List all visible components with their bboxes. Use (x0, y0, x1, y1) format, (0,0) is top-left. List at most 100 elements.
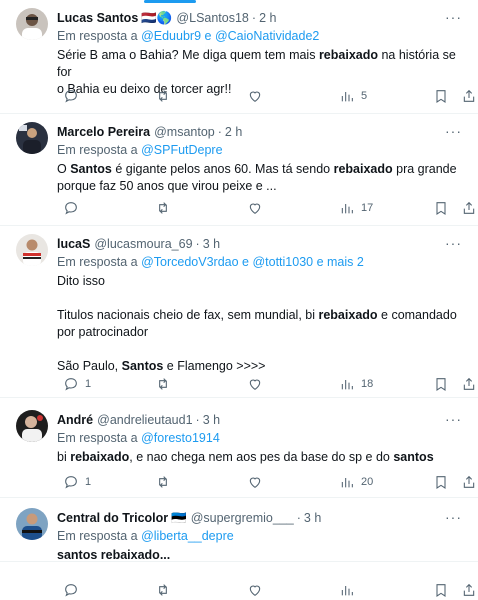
timestamp[interactable]: 2 h (225, 125, 242, 139)
highlighted-term: santos (393, 450, 434, 464)
bookmark-button[interactable] (427, 88, 449, 104)
retweet-button[interactable] (149, 474, 177, 490)
author-name[interactable]: Marcelo Pereira (57, 125, 150, 139)
bookmark-button[interactable] (427, 582, 449, 598)
views-icon (339, 200, 355, 216)
tweet-content: lucaS @lucasmoura_69 · 3 h ··· Em resposta a … (57, 235, 466, 375)
reply-button[interactable] (57, 88, 85, 104)
tweet[interactable]: André @andrelieutaud1 · 3 h ··· Em resposta a… (0, 398, 478, 498)
tweet[interactable]: Central do Tricolor 🇪🇪 @supergremio___ · 3 h… (0, 498, 478, 597)
more-dots-icon[interactable]: ··· (445, 235, 462, 251)
bookmark-button[interactable] (427, 376, 449, 392)
tweet-header: Marcelo Pereira @msantop · 2 h ··· (57, 123, 466, 141)
views-button[interactable] (333, 582, 361, 598)
bookmark-icon (433, 376, 449, 392)
text-segment: São Paulo, (57, 359, 122, 373)
tweet-actions: 17 (57, 198, 475, 218)
highlighted-term: rebaixado (70, 450, 130, 464)
reply-context: Em resposta a @Eduubr9 e @CaioNatividade… (57, 29, 466, 46)
share-button[interactable] (455, 474, 477, 490)
timestamp[interactable]: 3 h (203, 413, 220, 427)
author-handle[interactable]: @msantop (154, 125, 215, 139)
like-button[interactable] (241, 88, 269, 104)
reply-button[interactable] (57, 200, 85, 216)
views-icon (339, 474, 355, 490)
reply-mention-link[interactable]: @SPFutDepre (141, 143, 222, 157)
avatar[interactable] (16, 410, 48, 442)
share-button[interactable] (455, 582, 477, 598)
reply-icon (63, 376, 79, 392)
reply-context: Em resposta a @SPFutDepre (57, 143, 466, 160)
avatar[interactable] (16, 234, 48, 266)
separator-dot: · (217, 125, 222, 139)
timestamp[interactable]: 3 h (304, 511, 321, 525)
reply-button[interactable]: 1 (57, 376, 91, 392)
author-name[interactable]: Central do Tricolor (57, 511, 168, 525)
views-button[interactable]: 17 (333, 200, 373, 216)
reply-mention-link[interactable]: @Eduubr9 (141, 29, 201, 43)
author-handle[interactable]: @supergremio___ (191, 511, 294, 525)
more-dots-icon[interactable]: ··· (445, 509, 462, 525)
views-icon (339, 376, 355, 392)
retweet-button[interactable] (149, 582, 177, 598)
bookmark-button[interactable] (427, 200, 449, 216)
tweet-text: O Santos é gigante pelos anos 60. Mas tá… (57, 161, 466, 195)
views-count: 5 (361, 90, 368, 102)
tweet-text-line: santos rebaixado... (57, 547, 466, 564)
timestamp[interactable]: 3 h (203, 237, 220, 251)
tweet-content: Marcelo Pereira @msantop · 2 h ··· Em respost… (57, 123, 466, 195)
reply-button[interactable]: 1 (57, 474, 91, 490)
reply-mention-link[interactable]: @CaioNatividade2 (215, 29, 319, 43)
views-button[interactable]: 20 (333, 474, 373, 490)
views-button[interactable]: 5 (333, 88, 367, 104)
author-name[interactable]: André (57, 413, 93, 427)
share-button[interactable] (455, 200, 477, 216)
reply-context: Em resposta a @TorcedoV3rdao e @totti103… (57, 255, 466, 272)
avatar[interactable] (16, 122, 48, 154)
reply-button[interactable] (57, 582, 85, 598)
retweet-button[interactable] (149, 376, 177, 392)
reply-mention-link[interactable]: mais 2 (327, 255, 364, 269)
reply-prefix: Em resposta a (57, 529, 142, 543)
like-button[interactable] (241, 200, 269, 216)
author-name[interactable]: lucaS (57, 237, 90, 251)
retweet-button[interactable] (149, 88, 177, 104)
views-button[interactable]: 18 (333, 376, 373, 392)
bookmark-button[interactable] (427, 474, 449, 490)
retweet-button[interactable] (149, 200, 177, 216)
author-handle[interactable]: @andrelieutaud1 (97, 413, 192, 427)
reply-mention-link[interactable]: @totti1030 (252, 255, 313, 269)
tweet[interactable]: lucaS @lucasmoura_69 · 3 h ··· Em resposta a … (0, 226, 478, 398)
avatar[interactable] (16, 8, 48, 40)
reply-icon (63, 582, 79, 598)
tweet[interactable]: Lucas Santos 🇳🇱🌎 @LSantos18 · 2 h ··· Em respo… (0, 4, 478, 114)
replies-count: 1 (85, 476, 92, 488)
highlighted-term: Santos (121, 359, 164, 373)
reply-joiner: e (201, 29, 215, 43)
share-button[interactable] (455, 88, 477, 104)
more-dots-icon[interactable]: ··· (445, 411, 462, 427)
author-handle[interactable]: @lucasmoura_69 (94, 237, 192, 251)
tweet-text-line: bi rebaixado, e nao chega nem aos pes da… (57, 449, 466, 466)
bookmark-icon (433, 88, 449, 104)
author-handle[interactable]: @LSantos18 (176, 11, 248, 25)
avatar[interactable] (16, 508, 48, 540)
more-dots-icon[interactable]: ··· (445, 9, 462, 25)
separator-dot: · (195, 237, 200, 251)
reply-mention-link[interactable]: @liberta__depre (141, 529, 234, 543)
like-button[interactable] (241, 376, 269, 392)
more-dots-icon[interactable]: ··· (445, 123, 462, 139)
like-button[interactable] (241, 582, 269, 598)
text-segment: bi (57, 450, 71, 464)
reply-mention-link[interactable]: @foresto1914 (141, 431, 220, 445)
tweet-content: Lucas Santos 🇳🇱🌎 @LSantos18 · 2 h ··· Em respo… (57, 9, 466, 98)
tweet-text-line: Dito isso (57, 273, 466, 290)
bookmark-icon (433, 474, 449, 490)
like-button[interactable] (241, 474, 269, 490)
author-name[interactable]: Lucas Santos (57, 11, 138, 25)
timestamp[interactable]: 2 h (259, 11, 276, 25)
reply-mention-link[interactable]: @TorcedoV3rdao (141, 255, 238, 269)
tweet[interactable]: Marcelo Pereira @msantop · 2 h ··· Em respost… (0, 114, 478, 226)
share-button[interactable] (455, 376, 477, 392)
tweet-text-line: por patrocinador (57, 324, 466, 341)
